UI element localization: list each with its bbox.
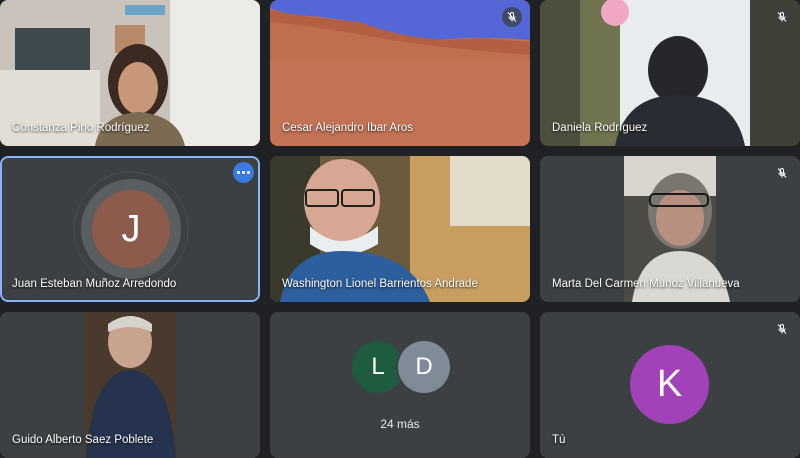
participant-name: Constanza Pino Rodríguez (12, 122, 150, 134)
participant-tile-marta[interactable]: Marta Del Carmen Munoz Villanueva (540, 156, 800, 302)
participant-name: Guido Alberto Saez Poblete (12, 434, 154, 446)
participant-name: Marta Del Carmen Munoz Villanueva (552, 278, 740, 290)
avatar: D (398, 341, 450, 393)
participant-tile-daniela[interactable]: Daniela Rodríguez (540, 0, 800, 146)
mic-off-icon (772, 7, 792, 27)
participant-tile-constanza[interactable]: Constanza Pino Rodríguez (0, 0, 260, 146)
more-participants-count: 24 más (380, 417, 420, 431)
participant-name: Tú (552, 434, 566, 446)
avatar: L (352, 341, 404, 393)
mic-off-icon (502, 7, 522, 27)
overflow-participants-tile[interactable]: L D 24 más (270, 312, 530, 458)
participant-tile-washington[interactable]: Washington Lionel Barrientos Andrade (270, 156, 530, 302)
participant-tile-juan[interactable]: J Juan Esteban Muñoz Arredondo (0, 156, 260, 302)
participant-tile-self[interactable]: K Tú (540, 312, 800, 458)
participant-name: Daniela Rodríguez (552, 122, 648, 134)
participant-name: Cesar Alejandro Ibar Aros (282, 122, 414, 134)
participant-name: Washington Lionel Barrientos Andrade (282, 278, 478, 290)
participant-tile-guido[interactable]: Guido Alberto Saez Poblete (0, 312, 260, 458)
avatar: J (92, 190, 170, 268)
mic-off-icon (772, 319, 792, 339)
mic-off-icon (772, 163, 792, 183)
avatar: K (630, 345, 709, 424)
participant-tile-cesar[interactable]: Cesar Alejandro Ibar Aros (270, 0, 530, 146)
participant-name: Juan Esteban Muñoz Arredondo (12, 278, 177, 290)
more-options-icon[interactable] (233, 162, 254, 183)
